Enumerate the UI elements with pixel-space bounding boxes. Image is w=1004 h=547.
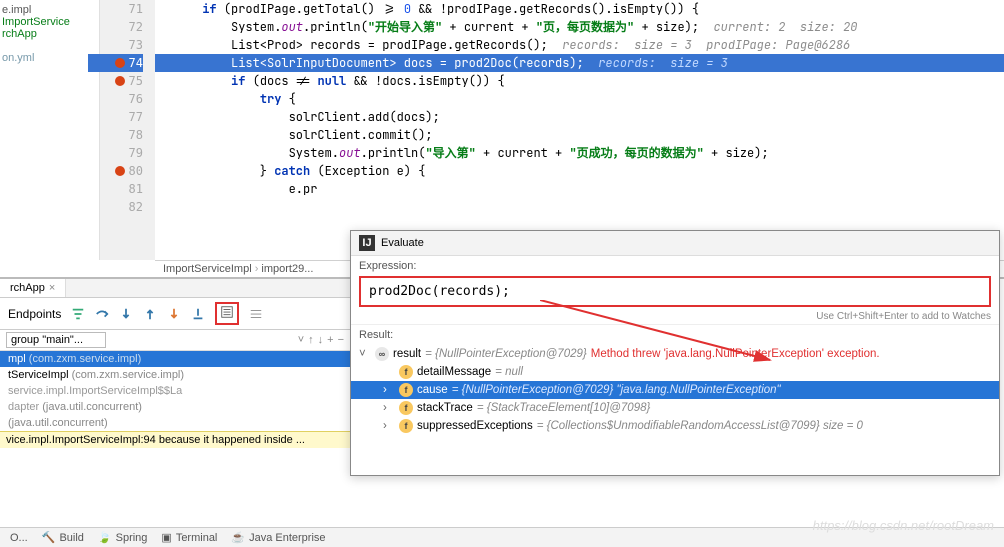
- field-icon: f: [399, 401, 413, 415]
- run-to-cursor-icon[interactable]: [191, 307, 205, 321]
- result-row[interactable]: fdetailMessage = null: [351, 363, 999, 381]
- frame-row[interactable]: dapter (java.util.concurrent): [0, 399, 350, 415]
- intellij-icon: IJ: [359, 235, 375, 251]
- field-icon: f: [399, 365, 413, 379]
- toolwindow-button[interactable]: 🔨 Build: [42, 531, 84, 544]
- filter-icon[interactable]: [71, 307, 85, 321]
- add-icon[interactable]: +: [327, 334, 333, 346]
- remove-icon[interactable]: −: [338, 334, 344, 346]
- dialog-title: Evaluate: [381, 237, 424, 249]
- toolwindow-button[interactable]: ☕ Java Enterprise: [231, 531, 325, 544]
- warning-banner: vice.impl.ImportServiceImpl:94 because i…: [0, 431, 350, 448]
- debug-tabbar: rchApp×: [0, 279, 350, 298]
- line-gutter[interactable]: 71 72 73 74 75 76 77 78 79 80 81 82: [100, 0, 155, 260]
- more-icon[interactable]: [249, 307, 263, 321]
- endpoints-label: Endpoints: [8, 307, 61, 321]
- object-icon: ∞: [375, 347, 389, 361]
- step-into-icon[interactable]: [119, 307, 133, 321]
- result-row[interactable]: ›fcause = {NullPointerException@7029} "j…: [351, 381, 999, 399]
- prev-icon[interactable]: ↑: [308, 334, 314, 346]
- toolwindow-button[interactable]: 🍃 Spring: [98, 531, 148, 544]
- breakpoint-icon[interactable]: [115, 166, 125, 176]
- debug-toolbar: Endpoints: [0, 298, 350, 330]
- frames-list[interactable]: mpl (com.zxm.service.impl) tServiceImpl …: [0, 351, 350, 431]
- result-row[interactable]: ›fstackTrace = {StackTraceElement[10]@70…: [351, 399, 999, 417]
- result-label: Result:: [351, 324, 999, 345]
- thread-selector[interactable]: [6, 332, 106, 348]
- frame-row[interactable]: service.impl.ImportServiceImpl$$La: [0, 383, 350, 399]
- force-step-icon[interactable]: [167, 307, 181, 321]
- debug-tab[interactable]: rchApp×: [0, 279, 66, 297]
- code-editor[interactable]: if (prodIPage.getTotal() >= 0 && !prodIP…: [155, 0, 1004, 260]
- hint-text: Use Ctrl+Shift+Enter to add to Watches: [351, 309, 999, 324]
- close-icon[interactable]: ×: [49, 282, 55, 294]
- breakpoint-icon[interactable]: [115, 76, 125, 86]
- evaluate-expression-button[interactable]: [215, 302, 239, 325]
- frame-row[interactable]: tServiceImpl (com.zxm.service.impl): [0, 367, 350, 383]
- toolwindow-button[interactable]: ▣ Terminal: [161, 531, 217, 544]
- result-row[interactable]: ˅∞result = {NullPointerException@7029} M…: [351, 345, 999, 363]
- project-file-strip: e.impl ImportService rchApp on.yml: [0, 0, 100, 260]
- field-icon: f: [399, 419, 413, 433]
- expression-label: Expression:: [351, 256, 999, 276]
- evaluate-dialog: IJ Evaluate Expression: prod2Doc(records)…: [350, 230, 1000, 476]
- result-row[interactable]: ›fsuppressedExceptions = {Collections$Un…: [351, 417, 999, 435]
- next-icon[interactable]: ↓: [318, 334, 324, 346]
- field-icon: f: [399, 383, 413, 397]
- step-over-icon[interactable]: [95, 307, 109, 321]
- step-out-icon[interactable]: [143, 307, 157, 321]
- frame-row[interactable]: mpl (com.zxm.service.impl): [0, 351, 350, 367]
- frame-row[interactable]: (java.util.concurrent): [0, 415, 350, 431]
- expression-input[interactable]: prod2Doc(records);: [359, 276, 991, 307]
- chevron-down-icon[interactable]: ˅: [298, 334, 304, 346]
- watermark: https://blog.csdn.net/rootDream: [813, 518, 994, 533]
- result-tree[interactable]: ˅∞result = {NullPointerException@7029} M…: [351, 345, 999, 435]
- toolwindow-button[interactable]: O...: [10, 531, 28, 544]
- breakpoint-icon[interactable]: [115, 58, 125, 68]
